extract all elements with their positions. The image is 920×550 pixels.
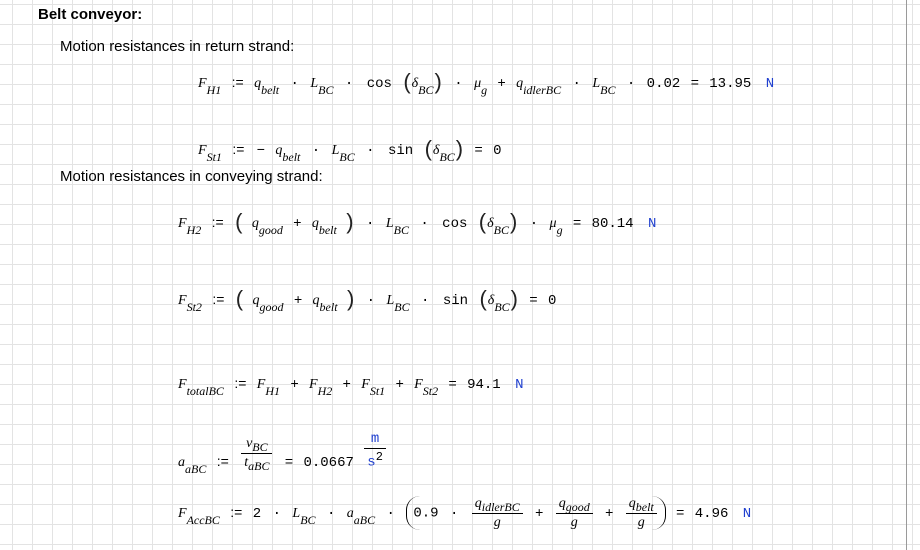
region-heading: Belt conveyor: — [38, 6, 143, 23]
equation-ftotalbc[interactable]: FtotalBC := FH1 + FH2 + FSt1 + FSt2 = 94… — [178, 375, 524, 398]
unit-n: N — [765, 76, 775, 92]
fraction-qidler-over-g: qidlerBC g — [471, 496, 523, 530]
fraction-qgood-over-g: qgood g — [555, 496, 593, 530]
result-fh2: 80.14 — [591, 216, 634, 232]
result-faccbc: 4.96 — [694, 505, 729, 522]
unit-n: N — [515, 377, 524, 393]
equation-aabc[interactable]: aaBC := vBC taBC = 0.0667 m s2 — [178, 432, 388, 476]
section-conveying-strand: Motion resistances in conveying strand: — [60, 168, 323, 185]
result-ftotalbc: 94.1 — [467, 377, 501, 393]
result-aabc: 0.0667 — [303, 454, 354, 471]
equation-fh2[interactable]: FH2 := ( qgood + qbelt ) · LBC · cos (δB… — [178, 211, 657, 238]
section-return-strand: Motion resistances in return strand: — [60, 38, 295, 55]
unit-n: N — [742, 505, 752, 522]
unit-n: N — [647, 216, 657, 232]
bracket-group: 0.9 · qidlerBC g + qgood g + qbelt g — [406, 496, 666, 530]
equation-fst1[interactable]: FSt1 := − qbelt · LBC · sin (δBC) = 0 — [198, 138, 502, 165]
unit-m-per-s2: m s2 — [364, 432, 386, 471]
fraction-v-over-t: vBC taBC — [241, 436, 273, 473]
equation-fst2[interactable]: FSt2 := ( qgood + qbelt ) · LBC · sin (δ… — [178, 288, 557, 315]
fraction-qbelt-over-g: qbelt g — [625, 496, 657, 530]
result-fh1: 13.95 — [709, 76, 752, 92]
result-fst2: 0 — [547, 293, 557, 309]
equation-faccbc[interactable]: FAccBC := 2 · LBC · aaBC · 0.9 · qidlerB… — [178, 496, 751, 530]
equation-fh1[interactable]: FH1 := qbelt · LBC · cos (δBC) · μg + qi… — [198, 71, 775, 98]
worksheet-right-margin — [906, 0, 907, 550]
result-fst1: 0 — [493, 143, 502, 159]
